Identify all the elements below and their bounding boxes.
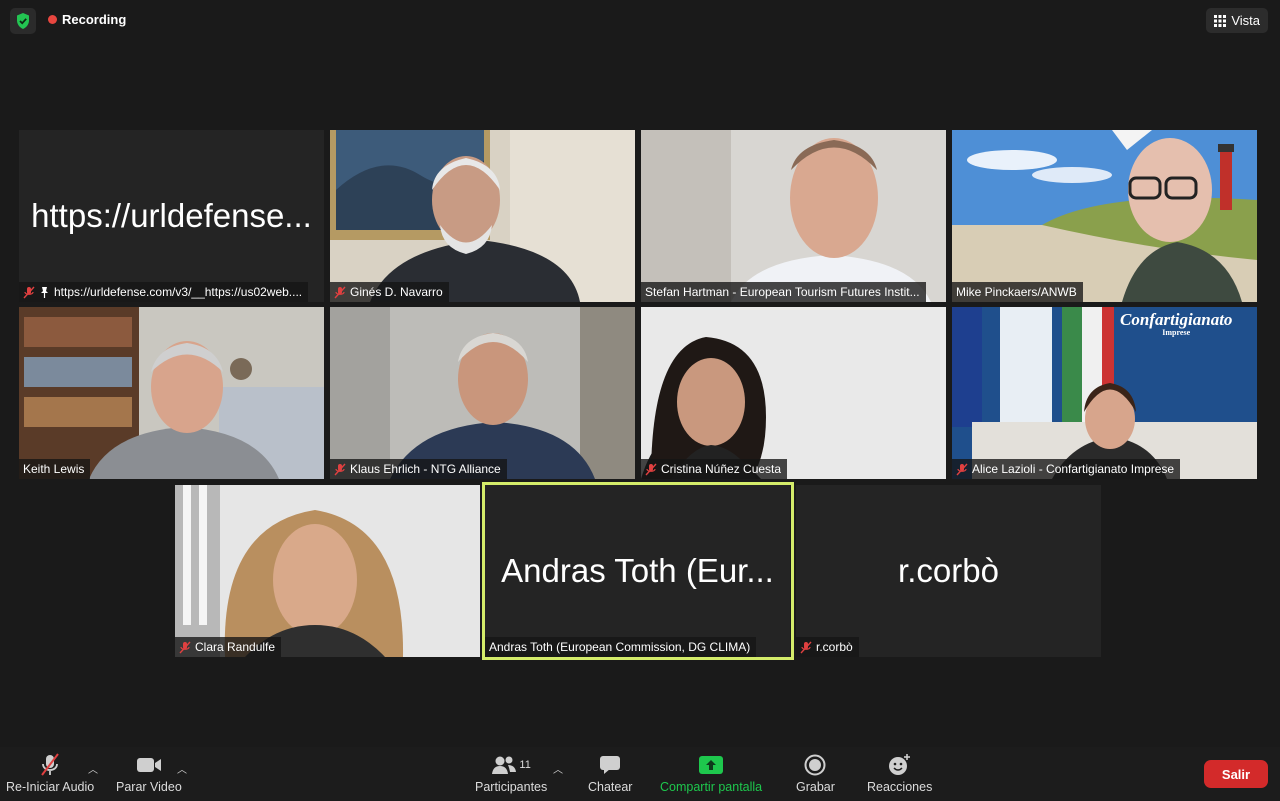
audio-button-label: Re-Iniciar Audio	[6, 780, 95, 794]
participant-tile[interactable]: Stefan Hartman - European Tourism Future…	[641, 130, 946, 302]
participant-name-tag: Keith Lewis	[19, 459, 91, 479]
participant-tile[interactable]: Confartigianato Imprese Alice Lazioli - …	[952, 307, 1257, 479]
participant-video	[330, 307, 635, 479]
view-button[interactable]: Vista	[1206, 8, 1268, 33]
reactions-button-label: Reacciones	[867, 780, 933, 794]
participant-name-tag: r.corbò	[796, 637, 859, 657]
recording-dot-icon	[48, 15, 57, 24]
participant-name-tag: Ginés D. Navarro	[330, 282, 449, 302]
chat-button[interactable]: Chatear	[588, 753, 632, 797]
participant-video	[175, 485, 480, 657]
participant-video	[952, 130, 1257, 302]
leave-meeting-button[interactable]: Salir	[1204, 760, 1268, 788]
participant-name: Keith Lewis	[23, 462, 85, 476]
participant-video	[330, 130, 635, 302]
muted-mic-icon	[956, 463, 968, 475]
muted-mic-icon	[179, 641, 191, 653]
participant-name: Cristina Núñez Cuesta	[661, 462, 782, 476]
participant-tile[interactable]: Clara Randulfe	[175, 485, 480, 657]
participant-tile[interactable]: Klaus Ehrlich - NTG Alliance	[330, 307, 635, 479]
participant-name: Stefan Hartman - European Tourism Future…	[645, 285, 920, 299]
participant-name-tag: Klaus Ehrlich - NTG Alliance	[330, 459, 507, 479]
participants-icon	[492, 756, 517, 774]
participant-name-tag: Clara Randulfe	[175, 637, 282, 657]
audio-button[interactable]: Re-Iniciar Audio	[6, 753, 94, 797]
security-shield-icon[interactable]	[10, 8, 36, 34]
smiley-plus-icon	[888, 754, 910, 775]
participant-tile[interactable]: Mike Pinckaers/ANWB	[952, 130, 1257, 302]
participant-tile-active-speaker[interactable]: Andras Toth (Eur... Andras Toth (Europea…	[485, 485, 790, 657]
participant-name: Andras Toth (European Commission, DG CLI…	[489, 640, 751, 654]
meeting-toolbar: Re-Iniciar Audio ︿ Parar Video ︿ 11 Part…	[0, 747, 1280, 801]
view-label: Vista	[1231, 13, 1260, 28]
chat-bubble-icon	[600, 756, 621, 774]
participant-name-tag: Andras Toth (European Commission, DG CLI…	[485, 637, 757, 657]
share-screen-button-label: Compartir pantalla	[660, 780, 763, 794]
participant-video	[641, 307, 946, 479]
pin-icon	[41, 287, 48, 298]
chat-button-label: Chatear	[588, 780, 633, 794]
participant-tile[interactable]: https://urldefense... https://urldefense…	[19, 130, 324, 302]
record-button-label: Grabar	[796, 780, 835, 794]
participant-display-name: r.corbò	[898, 552, 999, 589]
participant-name-tag: Alice Lazioli - Confartigianato Imprese	[952, 459, 1181, 479]
participant-name-tag: Cristina Núñez Cuesta	[641, 459, 788, 479]
participants-count: 11	[519, 759, 531, 771]
muted-mic-icon	[334, 463, 346, 475]
participants-options-caret-icon[interactable]: ︿	[553, 761, 563, 776]
muted-mic-icon	[23, 286, 35, 298]
participant-tile[interactable]: r.corbò r.corbò	[796, 485, 1101, 657]
participant-name: Klaus Ehrlich - NTG Alliance	[350, 462, 501, 476]
video-options-caret-icon[interactable]: ︿	[177, 761, 187, 776]
participant-video	[19, 307, 324, 479]
logo-text: Confartigianato	[1120, 310, 1233, 329]
participant-video	[641, 130, 946, 302]
recording-indicator[interactable]: Recording	[48, 12, 126, 27]
muted-mic-icon	[334, 286, 346, 298]
participant-display-name: https://urldefense...	[31, 197, 312, 234]
muted-mic-icon	[645, 463, 657, 475]
video-camera-icon	[136, 758, 161, 772]
confartigianato-logo: Confartigianato Imprese	[1120, 311, 1232, 337]
audio-options-caret-icon[interactable]: ︿	[88, 761, 98, 776]
top-bar: Recording Vista	[0, 0, 1280, 40]
participant-name-tag: Mike Pinckaers/ANWB	[952, 282, 1083, 302]
reactions-button[interactable]: Reacciones	[867, 753, 932, 797]
grid-view-icon	[1214, 14, 1227, 27]
share-screen-icon	[699, 756, 724, 774]
participant-display-name: Andras Toth (Eur...	[501, 552, 774, 589]
participant-tile[interactable]: Ginés D. Navarro	[330, 130, 635, 302]
record-icon	[804, 754, 826, 776]
participant-tile[interactable]: Cristina Núñez Cuesta	[641, 307, 946, 479]
participant-tile[interactable]: Keith Lewis	[19, 307, 324, 479]
recording-label: Recording	[62, 12, 127, 27]
share-screen-button[interactable]: Compartir pantalla	[660, 753, 762, 797]
participant-name: Alice Lazioli - Confartigianato Imprese	[972, 462, 1175, 476]
participant-name: Mike Pinckaers/ANWB	[956, 285, 1077, 299]
participant-name: Ginés D. Navarro	[350, 285, 443, 299]
participant-name: https://urldefense.com/v3/__https://us02…	[54, 285, 303, 299]
video-button[interactable]: Parar Video	[116, 753, 182, 797]
logo-subtext: Imprese	[1162, 328, 1191, 337]
participant-name: r.corbò	[816, 640, 853, 654]
participants-button[interactable]: 11 Participantes	[475, 753, 547, 797]
muted-mic-icon	[41, 753, 59, 776]
participant-name-tag: https://urldefense.com/v3/__https://us02…	[19, 282, 309, 302]
participant-name-tag: Stefan Hartman - European Tourism Future…	[641, 282, 926, 302]
record-button[interactable]: Grabar	[796, 753, 835, 797]
video-button-label: Parar Video	[116, 780, 182, 794]
participant-name: Clara Randulfe	[195, 640, 276, 654]
muted-mic-icon	[800, 641, 812, 653]
participants-button-label: Participantes	[475, 780, 548, 794]
